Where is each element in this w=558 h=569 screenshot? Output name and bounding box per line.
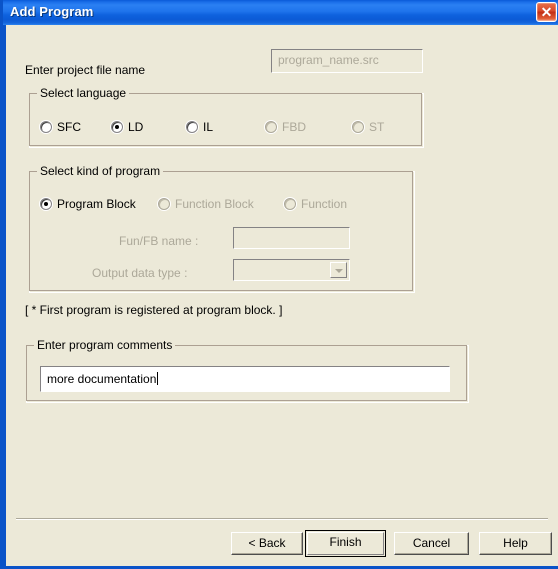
project-file-name-input: program_name.src	[271, 49, 423, 73]
funfb-name-label: Fun/FB name :	[119, 234, 199, 248]
radio-language-il-label: IL	[203, 120, 214, 134]
radio-kind-function-label: Function	[301, 197, 348, 211]
radio-kind-function-block-label: Function Block	[175, 197, 254, 211]
enter-program-comments-group: Enter program comments more documentatio…	[26, 338, 469, 403]
text-caret	[157, 372, 159, 385]
radio-kind-program-block[interactable]: Program Block	[40, 198, 136, 211]
window-title: Add Program	[10, 4, 94, 19]
radio-kind-function: Function	[284, 198, 347, 211]
select-kind-of-program-group: Select kind of program Program Block Fun…	[29, 164, 415, 293]
first-program-note: [ * First program is registered at progr…	[25, 303, 283, 317]
close-icon[interactable]: ✕	[536, 2, 557, 22]
radio-language-sfc-label: SFC	[57, 120, 81, 134]
radio-kind-function-block: Function Block	[158, 198, 254, 211]
radio-language-sfc[interactable]: SFC	[40, 121, 81, 134]
radio-kind-program-block-label: Program Block	[57, 197, 136, 211]
help-button[interactable]: Help	[479, 532, 552, 555]
radio-language-fbd: FBD	[265, 121, 306, 134]
add-program-dialog: Add Program ✕ Enter project file name pr…	[0, 0, 558, 569]
project-file-name-label: Enter project file name	[25, 63, 146, 77]
select-kind-caption: Select kind of program	[37, 164, 164, 178]
select-language-group: Select language SFC LD IL FBD ST	[29, 86, 424, 148]
program-comments-input[interactable]: more documentation	[40, 366, 450, 392]
radio-language-ld-label: LD	[128, 120, 144, 134]
group-border	[29, 93, 422, 146]
chevron-down-icon	[330, 262, 347, 278]
close-icon-glyph: ✕	[540, 4, 553, 20]
finish-button[interactable]: Finish	[305, 530, 386, 557]
output-data-type-combo	[233, 259, 350, 281]
output-data-type-label: Output data type :	[92, 266, 188, 280]
program-comments-value: more documentation	[47, 372, 157, 386]
radio-language-st-label: ST	[369, 120, 385, 134]
radio-language-st: ST	[352, 121, 384, 134]
title-bar: Add Program ✕	[3, 0, 558, 25]
finish-button-label: Finish	[307, 532, 384, 555]
select-language-caption: Select language	[37, 86, 130, 100]
radio-language-fbd-label: FBD	[282, 120, 306, 134]
cancel-button[interactable]: Cancel	[394, 532, 469, 555]
radio-language-ld[interactable]: LD	[111, 121, 143, 134]
footer-separator	[16, 518, 548, 520]
back-button[interactable]: < Back	[231, 532, 303, 555]
group-border	[29, 171, 413, 291]
radio-language-il[interactable]: IL	[186, 121, 213, 134]
enter-program-comments-caption: Enter program comments	[34, 338, 176, 352]
dialog-body: Enter project file name program_name.src…	[6, 25, 558, 566]
funfb-name-input	[233, 227, 350, 249]
